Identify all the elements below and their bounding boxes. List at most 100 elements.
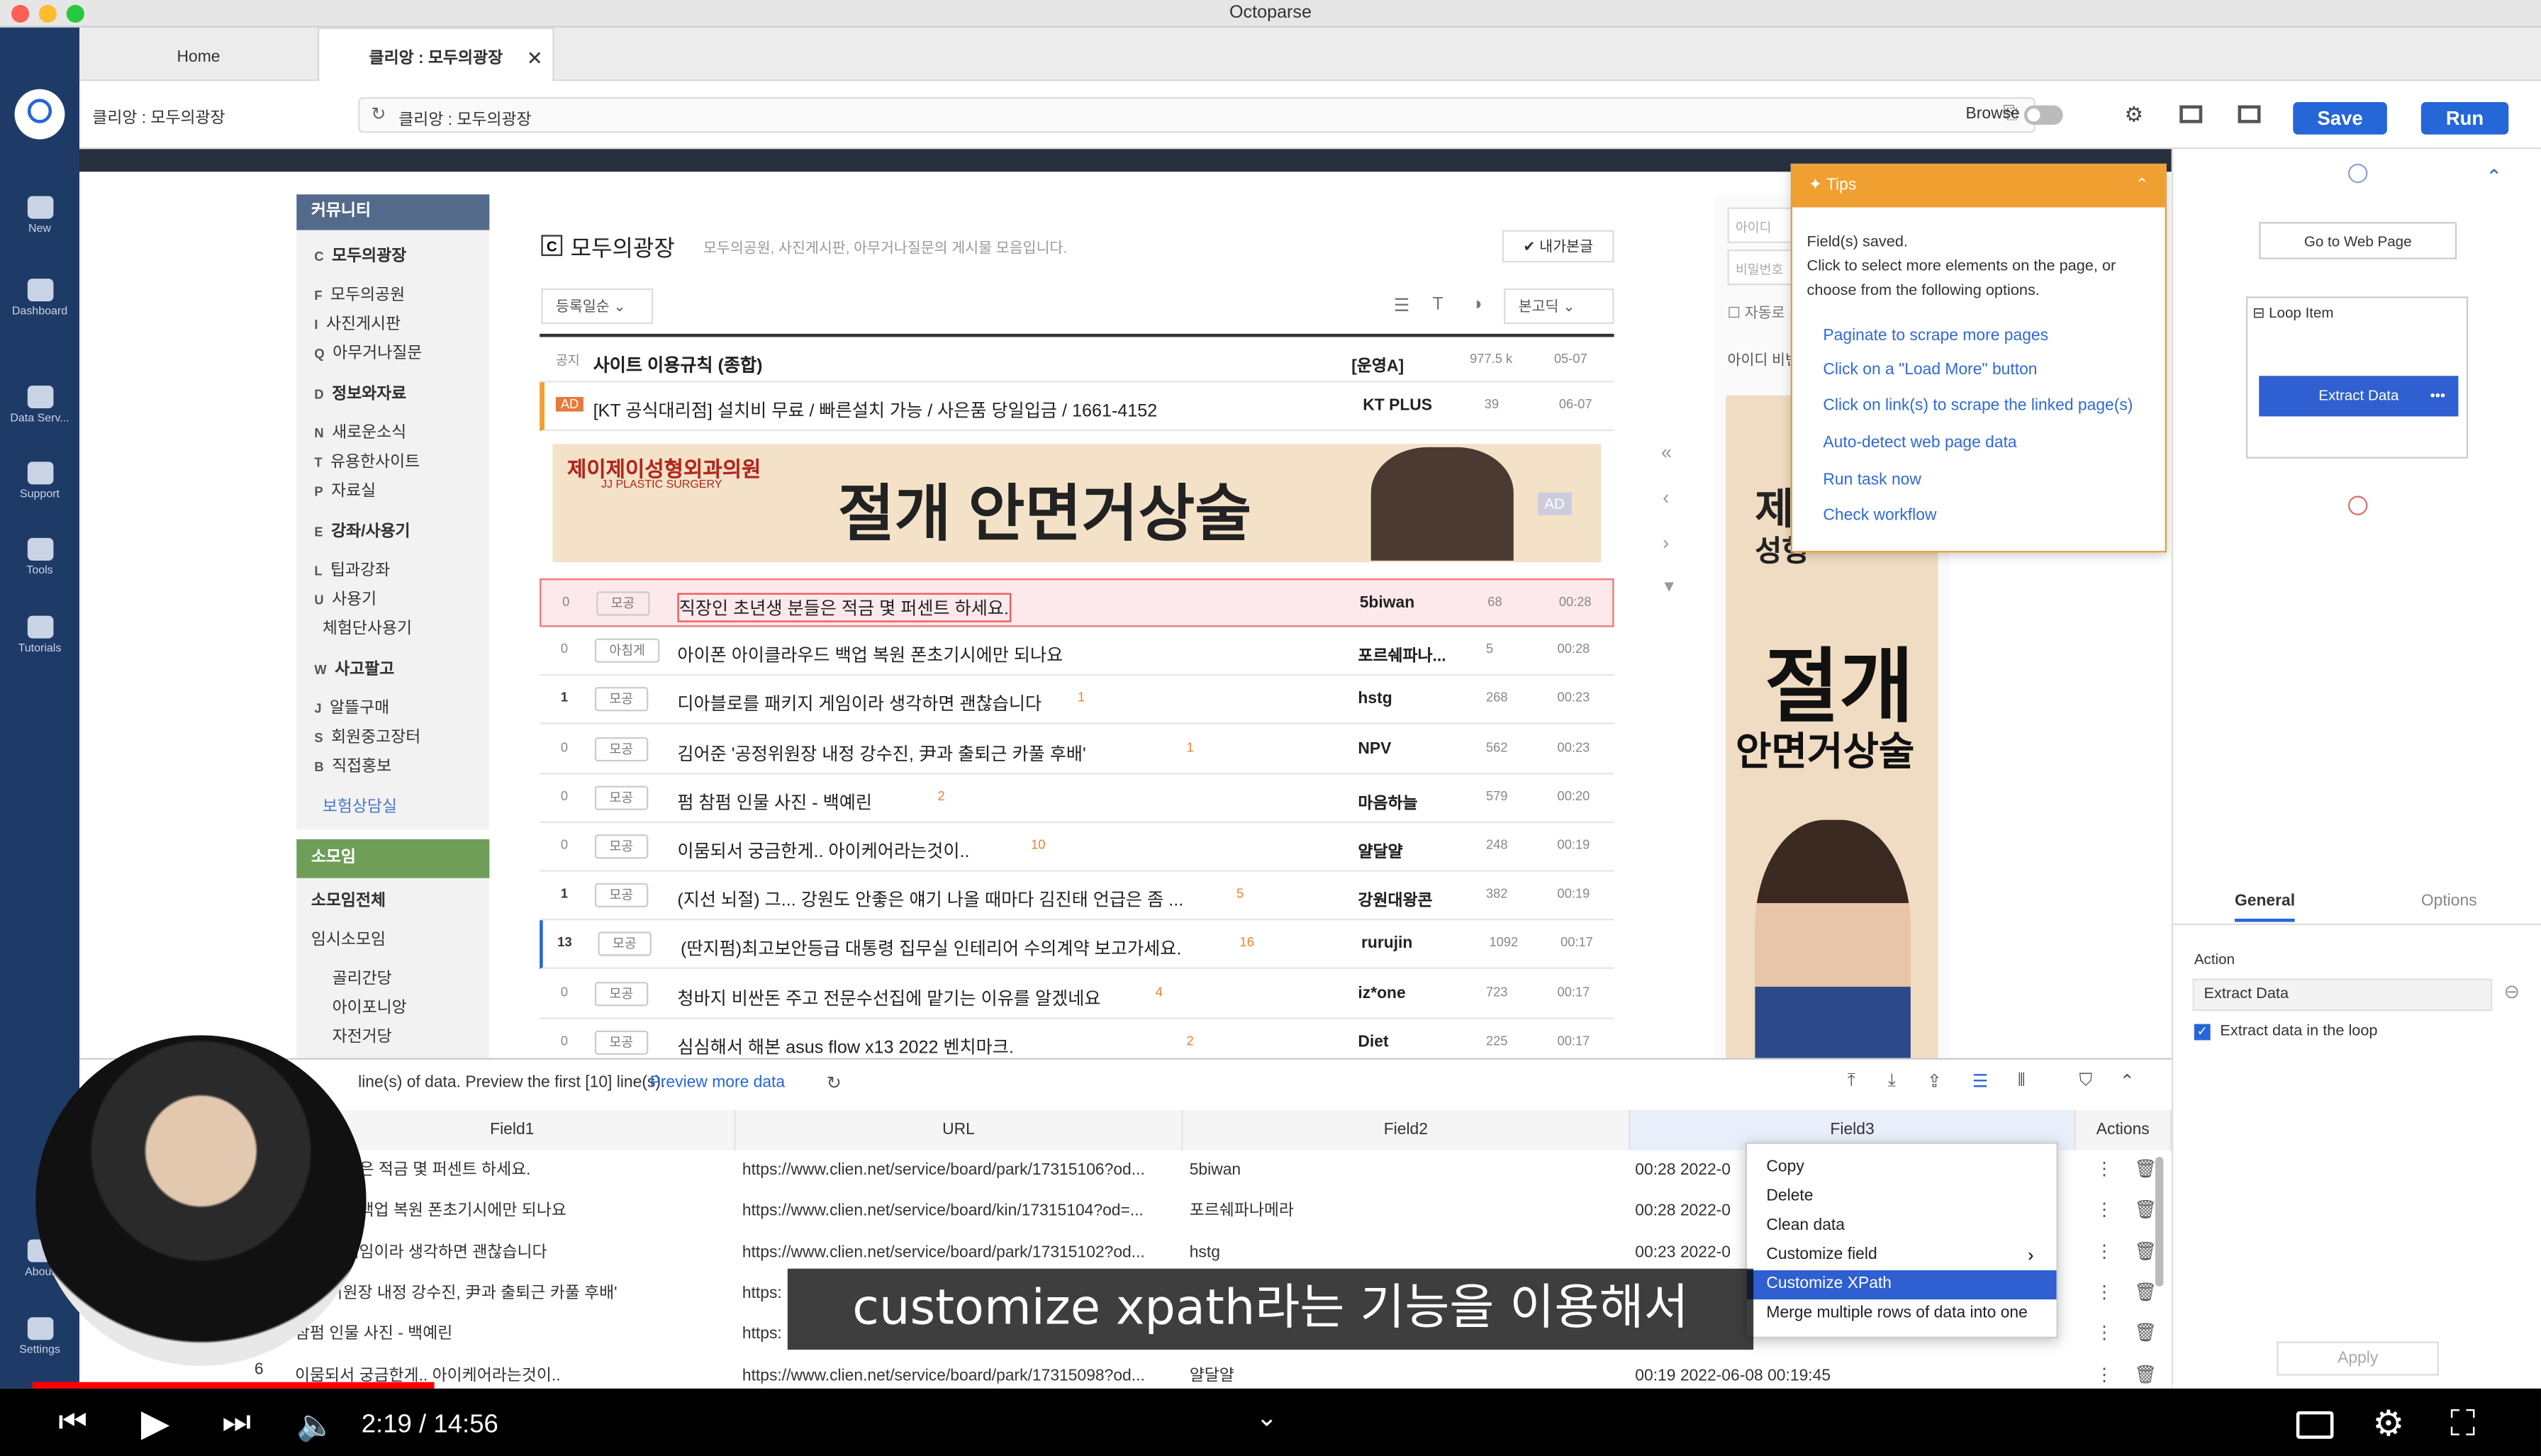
browse-toggle[interactable]	[2023, 105, 2063, 125]
context-menu-item[interactable]: Copy	[1747, 1153, 2057, 1182]
refresh-icon[interactable]: ↻	[827, 1073, 842, 1093]
play-icon[interactable]: ▶	[141, 1401, 169, 1445]
next-icon[interactable]: ⏭	[222, 1405, 251, 1443]
apply-button[interactable]: Apply	[2277, 1341, 2439, 1376]
exit-fullscreen-icon[interactable]: ⛶	[2450, 1403, 2475, 1445]
post-author[interactable]: rurujin	[1361, 936, 1412, 953]
post-title[interactable]: 펌 참펌 인물 사진 - 백예린	[677, 789, 872, 815]
collapse-icon[interactable]: ⌃	[2120, 1071, 2135, 1092]
post-row[interactable]: 0 모공 이뭄되서 궁금한게.. 아이케어라는것이.. 10 얄달얄 248 00:19	[540, 823, 1614, 872]
previous-icon[interactable]: ⏮	[58, 1405, 87, 1443]
tab-clien[interactable]: 클리앙 : 모두의광장 ✕	[317, 27, 554, 82]
menu-item[interactable]: U 사용기	[314, 585, 376, 609]
edit-row-icon[interactable]: ⋮	[2095, 1150, 2113, 1191]
edit-row-icon[interactable]: ⋮	[2095, 1314, 2113, 1355]
list-view-icon[interactable]: ☰	[1394, 295, 1410, 315]
sidebar-item-data-service[interactable]: Data Serv...	[0, 385, 79, 425]
post-title[interactable]: 아이폰 아이클라우드 백업 복원 폰초기시에만 되나요	[677, 642, 1063, 668]
upload-icon[interactable]: ⇪	[1927, 1071, 1942, 1092]
tab-general[interactable]: General	[2234, 892, 2296, 922]
post-row[interactable]: 0 아침게 아이폰 아이클라우드 백업 복원 폰초기시에만 되나요 포르쉐파나... 5…	[540, 627, 1614, 676]
sidebar-item-new[interactable]: New	[0, 196, 79, 235]
menu-item[interactable]: 보험상담실	[314, 793, 397, 817]
minimize-window-button[interactable]	[38, 4, 57, 23]
run-button[interactable]: Run	[2420, 101, 2509, 135]
list-mode-icon[interactable]: ☰	[1972, 1071, 1989, 1092]
post-author[interactable]: 5biwan	[1360, 595, 1414, 612]
post-title[interactable]: 이뭄되서 궁금한게.. 아이케어라는것이..	[677, 838, 969, 864]
chevron-right-icon[interactable]: ›	[1663, 532, 1669, 554]
menu-item[interactable]: 체험단사용기	[314, 614, 412, 638]
menu-item[interactable]: C 모두의광장	[314, 242, 406, 266]
menu-item[interactable]: Q 아무거나질문	[314, 339, 422, 363]
caret-down-icon[interactable]: ▼	[1661, 578, 1677, 596]
column-mode-icon[interactable]: ⦀	[2018, 1071, 2026, 1092]
save-button[interactable]: Save	[2293, 101, 2387, 135]
filter-icon[interactable]: ⛉	[2079, 1071, 2093, 1092]
post-row[interactable]: 0 모공 청바지 비싼돈 주고 전문수선집에 맡기는 이유를 알겠네요 4 iz*one…	[540, 970, 1614, 1019]
post-author[interactable]: hstg	[1358, 691, 1392, 709]
settings-gear-icon[interactable]: ⚙	[2372, 1403, 2404, 1445]
preview-more-link[interactable]: Preview more data	[650, 1074, 786, 1092]
tip-link[interactable]: Run task now	[1823, 471, 1921, 489]
loop-item-node[interactable]: ⊟ Loop Item Extract Data •••	[2245, 296, 2469, 459]
context-menu-item[interactable]: Customize XPath	[1746, 1270, 2057, 1300]
menu-item[interactable]: P 자료실	[314, 476, 376, 500]
post-title[interactable]: 김어준 '공정위원장 내정 강수진, 尹과 출퇴근 카풀 후배'	[677, 740, 1085, 766]
preview-scrollbar[interactable]	[2155, 1156, 2164, 1287]
menu-item[interactable]: F 모두의공원	[314, 280, 405, 305]
chevron-down-icon[interactable]: ⌄	[1256, 1401, 1278, 1434]
menu-item[interactable]: B 직접홍보	[314, 752, 391, 776]
col-header-field2[interactable]: Field2	[1183, 1109, 1631, 1150]
delete-row-icon[interactable]: 🗑	[2134, 1150, 2157, 1191]
tab-home[interactable]: Home	[79, 28, 318, 81]
action-field[interactable]: Extract Data	[2192, 978, 2493, 1012]
post-title[interactable]: (지선 뇌절) 그... 강원도 안좋은 얘기 나올 때마다 김진태 언급은 좀…	[677, 887, 1183, 913]
collapse-up-icon[interactable]: ⌃	[2486, 165, 2502, 188]
text-size-icon[interactable]: T	[1433, 295, 1443, 314]
post-author[interactable]: iz*one	[1358, 985, 1405, 1002]
extract-loop-checkbox[interactable]: ✓	[2194, 1024, 2211, 1041]
post-row[interactable]: 1 모공 디아블로를 패키지 게임이라 생각하면 괜찮습니다 1 hstg 268 00:2…	[540, 676, 1614, 725]
notice-row[interactable]: 공지 사이트 이용규칙 (종합) [운영A] 977.5 k 05-07	[540, 333, 1614, 383]
my-posts-button[interactable]: ✔ 내가본글	[1502, 230, 1614, 263]
sidebar-item-tutorials[interactable]: Tutorials	[0, 615, 79, 654]
import-icon[interactable]: ⤓	[1888, 1071, 1896, 1092]
sub-menu-item[interactable]: 골리간당	[333, 964, 392, 988]
post-row[interactable]: 0 모공 김어준 '공정위원장 내정 강수진, 尹과 출퇴근 카풀 후배' 1 NPV 5…	[540, 725, 1614, 774]
col-header-field1[interactable]: Field1	[290, 1109, 736, 1150]
sidebar-item-tools[interactable]: Tools	[0, 537, 79, 577]
contrast-icon[interactable]: ◑	[1471, 295, 1482, 314]
collapse-icon[interactable]: ⌃	[2135, 165, 2149, 207]
col-header-url[interactable]: URL	[735, 1109, 1183, 1150]
tip-link[interactable]: Paginate to scrape more pages	[1823, 327, 2048, 345]
post-title[interactable]: 디아블로를 패키지 게임이라 생각하면 괜찮습니다	[677, 691, 1041, 717]
post-author[interactable]: Diet	[1358, 1034, 1388, 1051]
login-pw-input[interactable]: 비밀번호	[1727, 249, 1801, 286]
tip-link[interactable]: Click on a "Load More" button	[1823, 362, 2037, 379]
tip-link[interactable]: Click on link(s) to scrape the linked pa…	[1823, 397, 2133, 415]
volume-icon[interactable]: 🔈	[296, 1406, 335, 1445]
menu-item[interactable]: W 사고팔고	[314, 654, 394, 679]
post-row[interactable]: 0 모공 직장인 초년생 분들은 적금 몇 퍼센트 하세요. 5biwan 68 00:2…	[540, 578, 1614, 627]
go-to-web-page-node[interactable]: Go to Web Page	[2259, 222, 2457, 259]
delete-row-icon[interactable]: 🗑	[2134, 1192, 2157, 1232]
tip-link[interactable]: Auto-detect web page data	[1823, 435, 2016, 452]
find-account-link[interactable]: 아이디 비번	[1728, 348, 1799, 369]
avatar[interactable]	[14, 89, 65, 140]
post-title[interactable]: (딴지펌)최고보안등급 대통령 집무실 인테리어 수의계약 보고가세요.	[681, 936, 1181, 962]
context-menu-item[interactable]: Delete	[1747, 1183, 2057, 1212]
settings-icon[interactable]: ⚙	[2125, 102, 2144, 128]
context-menu-item[interactable]: Clean data	[1747, 1212, 2057, 1241]
menu-item[interactable]: D 정보와자료	[314, 379, 406, 403]
menu-item[interactable]: L 팁과강좌	[314, 556, 390, 580]
url-bar[interactable]: ↻ 클리앙 : 모두의광장 ⎘	[358, 97, 2035, 133]
window-icon[interactable]	[2238, 105, 2261, 123]
captions-icon[interactable]	[2296, 1411, 2334, 1439]
sub-menu-item[interactable]: 임시소모임	[311, 925, 386, 949]
auto-login-checkbox[interactable]: ☐ 자동로	[1728, 301, 1785, 323]
menu-item[interactable]: S 회원중고장터	[314, 722, 420, 747]
close-window-button[interactable]	[11, 4, 30, 23]
remove-icon[interactable]: ⊖	[2503, 980, 2520, 1003]
menu-item[interactable]: N 새로운소식	[314, 418, 406, 442]
